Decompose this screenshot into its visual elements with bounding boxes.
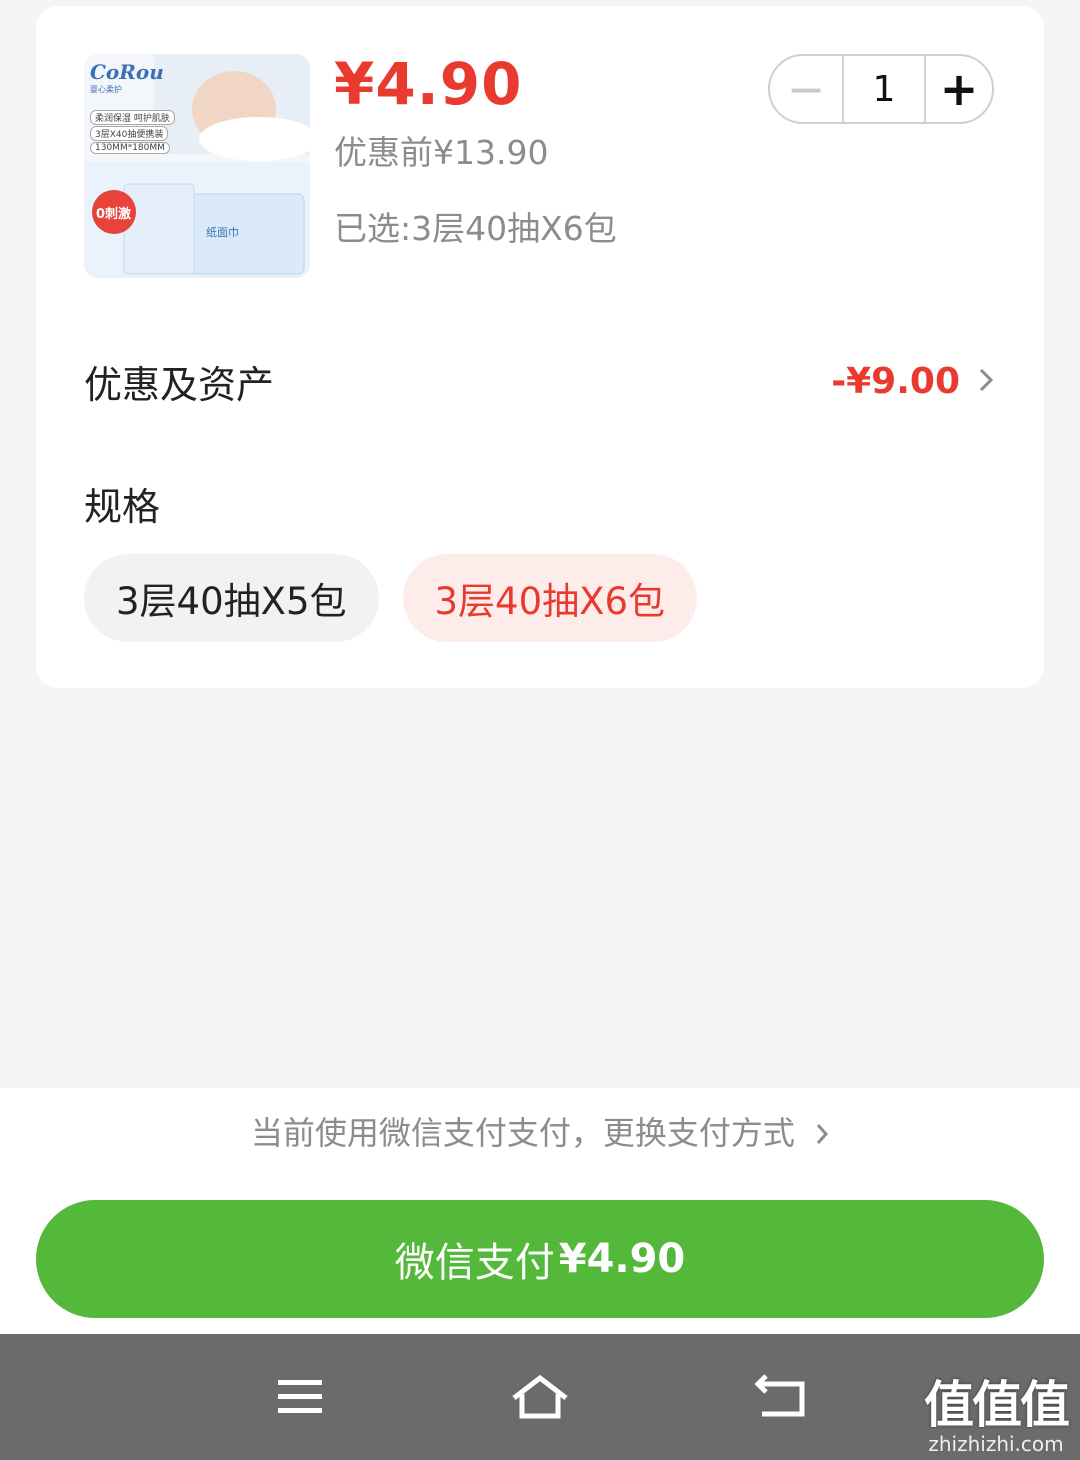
spec-title: 规格 bbox=[84, 485, 161, 529]
discount-label: 优惠及资产 bbox=[84, 362, 275, 407]
pay-button-label: 微信支付 bbox=[394, 1240, 555, 1286]
payment-hint-text: 当前使用微信支付支付，更换支付方式 bbox=[250, 1114, 795, 1152]
change-payment-link[interactable]: 当前使用微信支付支付，更换支付方式 bbox=[0, 1108, 1080, 1154]
product-brand-cn: 婴心柔护 bbox=[90, 85, 122, 94]
product-tag-2: 3层X40抽便携装 bbox=[90, 126, 169, 141]
discount-right: -¥9.00 bbox=[831, 358, 994, 404]
payment-panel: 当前使用微信支付支付，更换支付方式 微信支付 ¥4.90 bbox=[0, 1088, 1080, 1334]
increase-button[interactable]: + bbox=[926, 56, 992, 122]
spec-options: 3层40抽X5包 3层40抽X6包 bbox=[84, 554, 698, 642]
product-price: ¥4.90 bbox=[334, 50, 523, 118]
product-tag-3: 130MM*180MM bbox=[90, 142, 170, 154]
spec-option[interactable]: 3层40抽X5包 bbox=[84, 554, 379, 642]
selected-spec: 已选:3层40抽X6包 bbox=[334, 209, 617, 248]
wechat-pay-button[interactable]: 微信支付 ¥4.90 bbox=[36, 1200, 1044, 1318]
back-icon[interactable] bbox=[752, 1372, 812, 1422]
watermark: 值值值 zhizhizhi.com bbox=[924, 1376, 1070, 1456]
product-tag-1: 柔润保湿 呵护肌肤 bbox=[90, 110, 175, 125]
quantity-stepper: − 1 + bbox=[768, 54, 994, 124]
product-package-label: 纸面巾 bbox=[206, 226, 239, 239]
chevron-right-icon bbox=[978, 358, 994, 404]
spec-option-selected[interactable]: 3层40抽X6包 bbox=[402, 554, 698, 642]
discount-amount: -¥9.00 bbox=[831, 360, 960, 402]
watermark-logo: 值值值 bbox=[924, 1376, 1070, 1434]
home-icon[interactable] bbox=[510, 1372, 570, 1422]
chevron-right-icon bbox=[815, 1116, 829, 1154]
decrease-button[interactable]: − bbox=[770, 56, 842, 122]
pay-button-amount: ¥4.90 bbox=[558, 1236, 686, 1282]
watermark-url: zhizhizhi.com bbox=[928, 1432, 1064, 1456]
original-price: 优惠前¥13.90 bbox=[334, 133, 549, 172]
product-brand: CoRou bbox=[90, 60, 164, 84]
product-image: CoRou 婴心柔护 柔润保湿 呵护肌肤 3层X40抽便携装 130MM*180… bbox=[84, 54, 310, 278]
discount-row[interactable]: 优惠及资产 -¥9.00 bbox=[84, 346, 994, 416]
order-card: CoRou 婴心柔护 柔润保湿 呵护肌肤 3层X40抽便携装 130MM*180… bbox=[36, 6, 1044, 688]
quantity-value[interactable]: 1 bbox=[842, 56, 926, 122]
product-badge: 0刺激 bbox=[96, 207, 132, 222]
system-navbar bbox=[0, 1334, 1080, 1460]
menu-icon[interactable] bbox=[270, 1372, 330, 1422]
